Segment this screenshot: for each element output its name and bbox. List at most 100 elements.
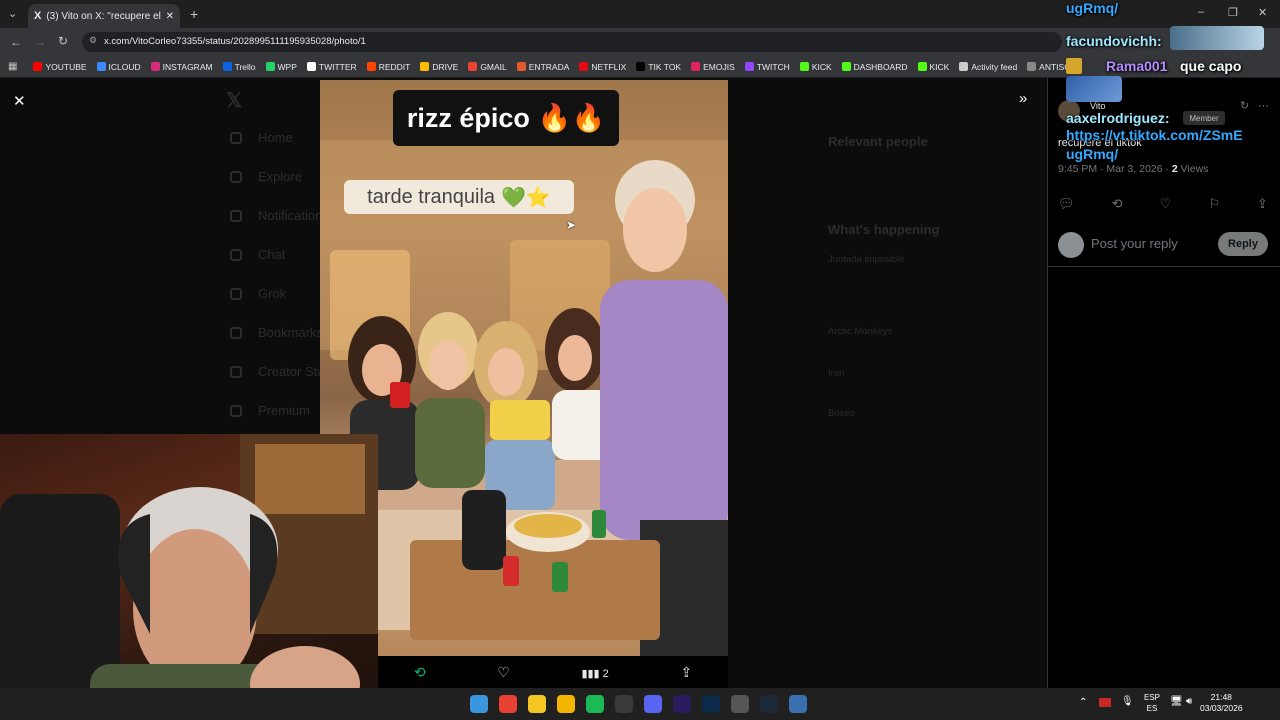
more-options-icon[interactable]: ⋯	[1258, 99, 1269, 112]
like-icon[interactable]: ♡	[497, 664, 510, 681]
trend-item: Iran	[828, 368, 845, 379]
bookmark-item[interactable]: EMOJIS	[691, 62, 735, 72]
x-nav-item[interactable]: Chat	[258, 247, 285, 262]
share-icon[interactable]: ⇪	[1257, 196, 1268, 212]
x-nav-item[interactable]: Home	[258, 130, 293, 145]
close-viewer-icon[interactable]: ✕	[13, 92, 26, 110]
bookmark-item[interactable]: TWITCH	[744, 62, 790, 72]
views-stat[interactable]: ▮▮▮ 2	[581, 664, 608, 680]
mouse-cursor-icon: ➤	[566, 218, 577, 232]
chrome-icon[interactable]	[499, 695, 517, 713]
chat-username: Rama001	[1106, 58, 1168, 74]
bookmark-label: REDDIT	[378, 61, 411, 72]
bookmark-item[interactable]: TIK TOK	[636, 62, 681, 72]
bookmark-item[interactable]: TWITTER	[306, 61, 357, 72]
x-nav-item[interactable]: Notifications	[258, 208, 329, 223]
mic-icon[interactable]: 🎙︎	[1121, 696, 1134, 707]
share-icon[interactable]: ⇪	[680, 664, 692, 681]
tweet-time[interactable]: 9:45 PM · Mar 3, 2026 ·	[1058, 163, 1169, 175]
bookmark-icon[interactable]: ⚐	[1208, 196, 1220, 212]
ccleaner-icon[interactable]	[789, 695, 807, 713]
discord-icon[interactable]	[644, 695, 662, 713]
bookmark-item[interactable]: NETFLIX	[579, 62, 626, 72]
repost-icon[interactable]: ⟲	[1112, 196, 1123, 212]
file-explorer-icon[interactable]	[557, 695, 575, 713]
bookmark-label: GMAIL	[480, 61, 507, 72]
lang-top: ESP	[1144, 693, 1161, 702]
url-text: x.com/VitoCorleo73355/status/20289951111…	[104, 36, 366, 47]
like-icon[interactable]: ♡	[1160, 196, 1172, 212]
premiere-icon[interactable]	[673, 695, 691, 713]
close-window-button[interactable]: ✕	[1258, 6, 1267, 19]
browser-tab[interactable]: X (3) Vito on X: "recupere el tiktok ✕	[28, 4, 180, 28]
views-count: 2	[602, 668, 609, 680]
bookmark-label: KICK	[929, 61, 950, 72]
input-language[interactable]: ESP ES	[1144, 692, 1160, 714]
bookmark-item[interactable]: YOUTUBE	[33, 62, 87, 72]
bookmark-favicon-icon	[691, 62, 701, 71]
tweet-views-label: Views	[1180, 163, 1209, 175]
back-icon[interactable]: ←	[10, 35, 22, 49]
bookmark-favicon-icon	[468, 62, 478, 71]
bookmark-item[interactable]: DRIVE	[420, 62, 458, 72]
bookmark-item[interactable]: Activity feed	[959, 62, 1017, 72]
bookmark-item[interactable]: Trello	[222, 62, 256, 72]
reply-icon[interactable]: 💬︎	[1058, 196, 1075, 212]
system-clock[interactable]: 21:48 03/03/2026	[1200, 692, 1243, 714]
x-nav-item[interactable]: Bookmarks	[258, 325, 323, 340]
x-nav-item[interactable]: Premium	[258, 403, 310, 418]
tweet-photo[interactable]	[320, 80, 728, 656]
bookmark-item[interactable]: INSTAGRAM	[150, 62, 213, 72]
repost-icon[interactable]: ⟲	[414, 664, 426, 681]
minimize-button[interactable]: –	[1198, 6, 1204, 18]
tray-chevron-icon[interactable]: ⌃	[1079, 697, 1087, 708]
bookmark-label: KICK	[811, 61, 832, 72]
tweet-meta: 9:45 PM · Mar 3, 2026 · 2 Views	[1058, 163, 1208, 175]
photoshop-icon[interactable]	[702, 695, 720, 713]
x-nav-icon	[230, 366, 242, 378]
grok-icon[interactable]: ↻	[1240, 99, 1249, 112]
reload-icon[interactable]: ↻	[58, 34, 68, 48]
trend-item: Juntada imposible	[828, 254, 905, 265]
forward-icon[interactable]: →	[34, 35, 46, 49]
windows-taskbar: ⌃ 🎙︎ 🖥︎ 🔊︎	[0, 688, 1280, 720]
bookmark-item[interactable]: ICLOUD	[96, 62, 141, 72]
capture-icon[interactable]	[731, 695, 749, 713]
windows-start-icon[interactable]	[470, 695, 488, 713]
tab-search-icon[interactable]: ⌄	[8, 7, 17, 20]
bookmark-item[interactable]: WPP	[265, 62, 297, 72]
bookmark-favicon-icon	[96, 62, 106, 71]
reply-input[interactable]: Post your reply	[1091, 236, 1178, 251]
url-bar[interactable]: ⚙ x.com/VitoCorleo73355/status/202899511…	[82, 32, 1062, 52]
photo-action-bar: ⟲ ♡ ▮▮▮ 2 ⇪	[378, 656, 728, 688]
bookmark-item[interactable]: GMAIL	[468, 61, 507, 72]
webcam-overlay	[0, 434, 378, 720]
network-icon[interactable]: 🖥︎	[1170, 696, 1183, 707]
new-tab-button[interactable]: +	[190, 6, 198, 22]
bookmark-label: TWITTER	[318, 61, 357, 72]
steam-icon[interactable]	[760, 695, 778, 713]
bookmark-item[interactable]: ENTRADA	[516, 62, 569, 72]
obs-icon[interactable]	[615, 695, 633, 713]
chat-badge-icon	[1066, 58, 1082, 74]
tweet-views-count: 2	[1171, 163, 1178, 175]
spotify-icon[interactable]	[586, 695, 604, 713]
bookmark-favicon-icon	[799, 62, 809, 71]
sticky-notes-icon[interactable]	[528, 695, 546, 713]
bookmark-item[interactable]: REDDIT	[366, 61, 411, 72]
close-tab-icon[interactable]: ✕	[166, 11, 174, 22]
bookmark-item[interactable]: DASHBOARD	[841, 62, 908, 72]
bookmark-item[interactable]: KICK	[799, 61, 832, 72]
expand-panel-icon[interactable]: »	[1019, 90, 1027, 107]
apps-grid-icon[interactable]: ▦	[8, 61, 17, 72]
bookmark-item[interactable]: KICK	[917, 61, 950, 72]
x-nav-item[interactable]: Explore	[258, 169, 302, 184]
trend-item: Arctic Monkeys	[828, 326, 893, 337]
x-nav-item[interactable]: Grok	[258, 286, 286, 301]
volume-icon[interactable]: 🔊︎	[1186, 696, 1192, 707]
reply-button[interactable]: Reply	[1218, 232, 1268, 256]
maximize-button[interactable]: ❐	[1228, 6, 1238, 19]
site-info-icon[interactable]: ⚙	[89, 35, 97, 46]
bookmark-favicon-icon	[150, 62, 160, 71]
relevant-people-heading: Relevant people	[828, 134, 928, 149]
